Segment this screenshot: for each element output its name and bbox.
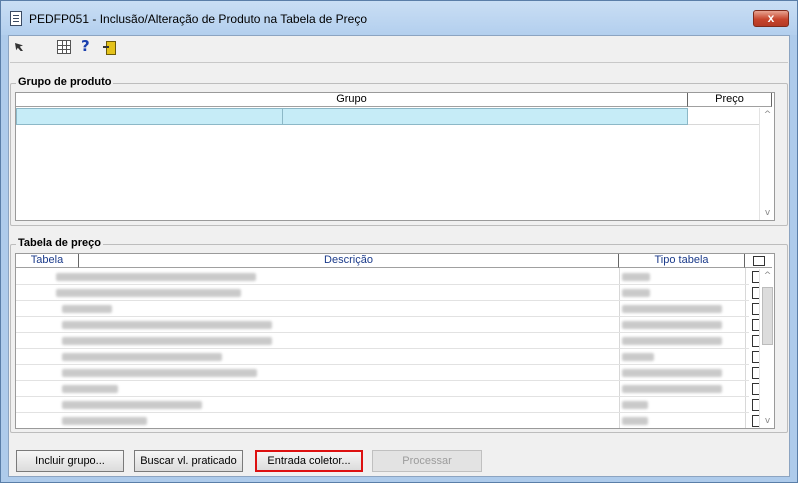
table-row[interactable] (16, 349, 764, 365)
cell-divider (282, 108, 283, 125)
title-bar: PEDFP051 - Inclusão/Alteração de Produto… (1, 1, 797, 35)
grupo-produto-grid[interactable]: Grupo Preço ^ v (15, 92, 775, 221)
table-row[interactable] (16, 301, 764, 317)
redacted-text (62, 369, 257, 377)
tabela-preco-panel: Tabela de preço Tabela Descrição Tipo ta… (10, 237, 788, 433)
column-header-grupo[interactable]: Grupo (16, 93, 688, 107)
redacted-text (62, 321, 272, 329)
toolbar-divider (10, 62, 788, 63)
scroll-down-icon[interactable]: v (760, 206, 774, 220)
table-row[interactable] (16, 397, 764, 413)
window-title: PEDFP051 - Inclusão/Alteração de Produto… (29, 12, 367, 26)
scroll-up-icon[interactable]: ^ (760, 269, 774, 283)
processar-button[interactable]: Processar (372, 450, 482, 472)
redacted-text (62, 337, 272, 345)
redacted-text (622, 273, 650, 281)
selected-row[interactable] (16, 108, 688, 125)
redacted-text (62, 385, 118, 393)
redacted-text (622, 353, 654, 361)
buscar-vl-praticado-button[interactable]: Buscar vl. praticado (134, 450, 243, 472)
table-row[interactable] (16, 317, 764, 333)
redacted-text (622, 369, 722, 377)
scrollbar-thumb[interactable] (762, 287, 773, 345)
vertical-scrollbar[interactable]: ^ v (759, 108, 774, 220)
redacted-text (622, 321, 722, 329)
pointer-icon[interactable] (13, 40, 27, 54)
redacted-text (62, 305, 112, 313)
table-row[interactable] (16, 381, 764, 397)
redacted-text (622, 305, 722, 313)
client-area: ? Grupo de produto Grupo Preço ^ v Tabel… (8, 35, 790, 477)
column-header-tipo-tabela[interactable]: Tipo tabela (619, 254, 745, 268)
table-row[interactable] (16, 333, 764, 349)
redacted-text (622, 401, 648, 409)
redacted-text (622, 337, 722, 345)
help-icon[interactable]: ? (81, 38, 95, 54)
column-header-descricao[interactable]: Descrição (79, 254, 619, 268)
grid-icon[interactable] (57, 40, 71, 54)
select-all-checkbox[interactable] (752, 256, 765, 266)
table-row[interactable] (16, 413, 764, 428)
column-header-tabela[interactable]: Tabela (16, 254, 79, 268)
document-icon (10, 11, 22, 26)
vertical-scrollbar[interactable]: ^ v (759, 269, 774, 428)
redacted-text (62, 401, 202, 409)
select-all-header[interactable] (745, 254, 772, 268)
table-row[interactable] (16, 365, 764, 381)
redacted-text (622, 385, 722, 393)
column-header-preco[interactable]: Preço (688, 93, 772, 107)
scroll-down-icon[interactable]: v (760, 414, 774, 428)
redacted-text (622, 417, 648, 425)
redacted-text (62, 353, 222, 361)
redacted-text (62, 417, 147, 425)
redacted-text (56, 289, 241, 297)
redacted-text (622, 289, 650, 297)
grupo-produto-panel: Grupo de produto Grupo Preço ^ v (10, 76, 788, 226)
close-button[interactable]: x (753, 10, 789, 27)
scroll-up-icon[interactable]: ^ (760, 108, 774, 122)
grupo-produto-label: Grupo de produto (16, 76, 114, 88)
incluir-grupo-button[interactable]: Incluir grupo... (16, 450, 124, 472)
entrada-coletor-button[interactable]: Entrada coletor... (255, 450, 363, 472)
app-window: PEDFP051 - Inclusão/Alteração de Produto… (0, 0, 798, 483)
table-row[interactable] (16, 269, 764, 285)
tabela-preco-label: Tabela de preço (16, 237, 103, 249)
redacted-text (56, 273, 256, 281)
toolbar: ? (9, 36, 789, 58)
table-row[interactable] (16, 285, 764, 301)
tabela-preco-grid[interactable]: Tabela Descrição Tipo tabela ^ v (15, 253, 775, 429)
exit-door-icon[interactable] (103, 40, 117, 55)
